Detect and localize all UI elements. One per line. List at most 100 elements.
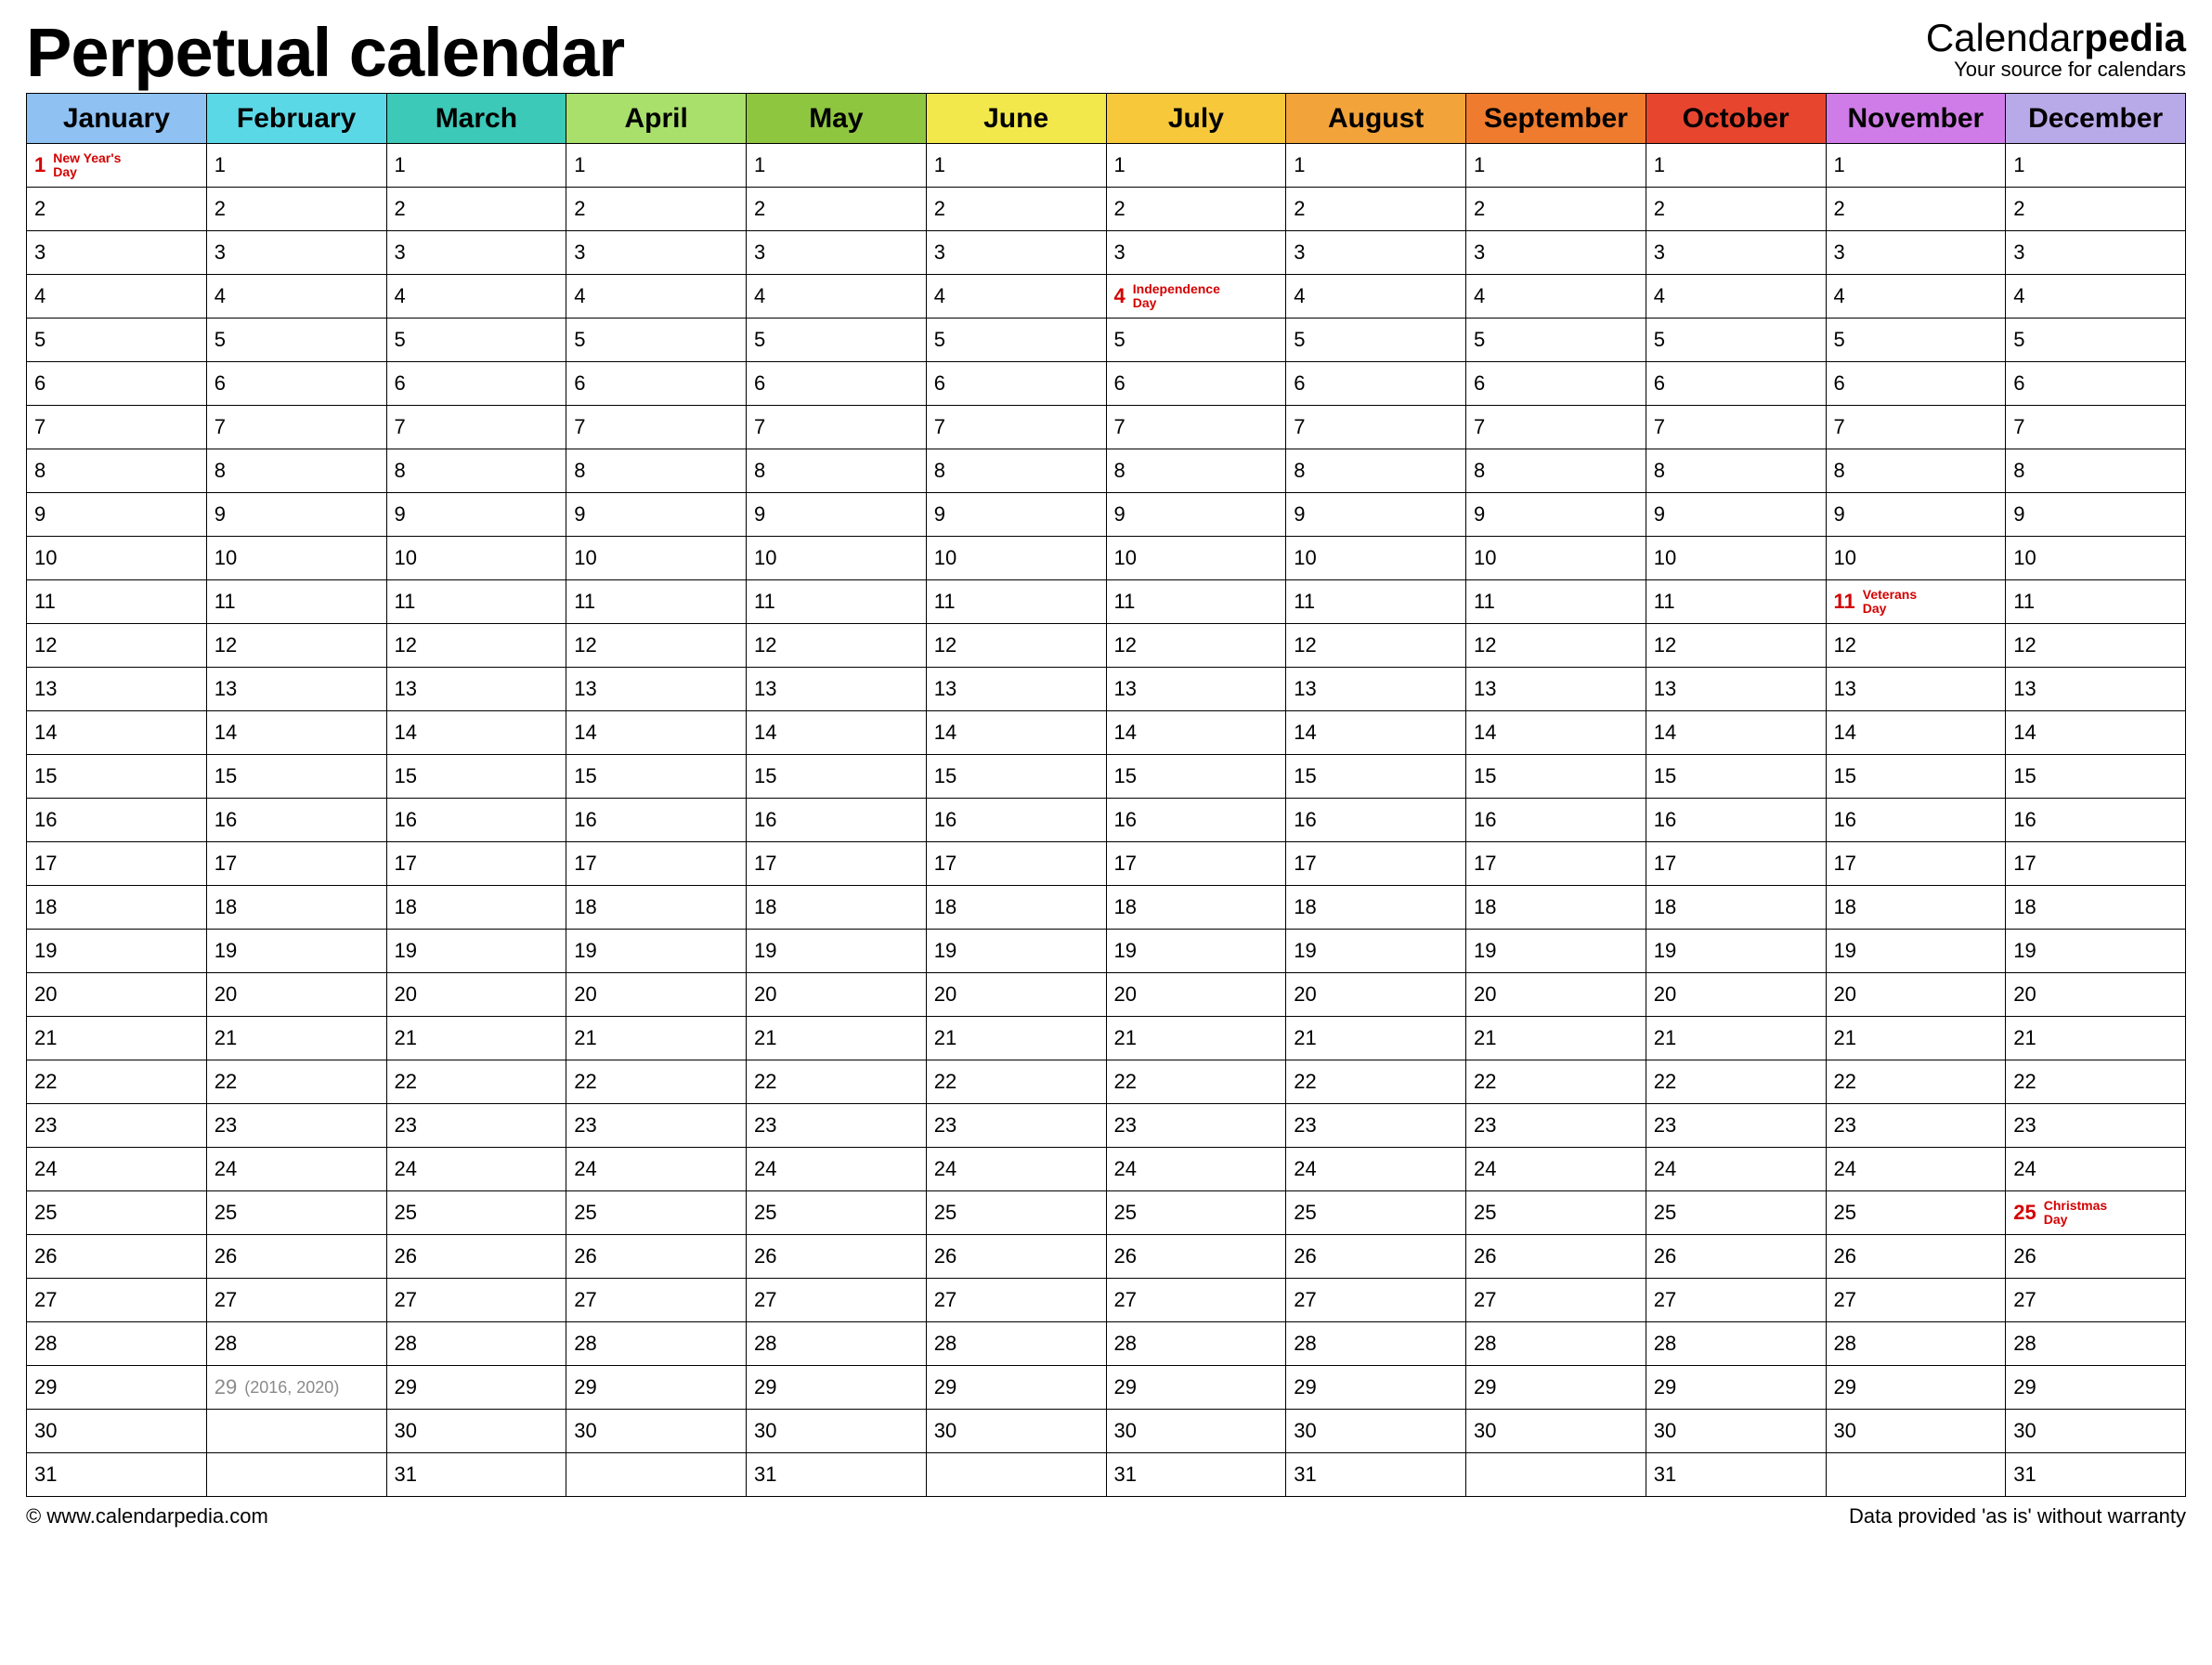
day-number: 15 bbox=[2013, 764, 2036, 788]
cell-sep-14: 14 bbox=[1466, 711, 1646, 755]
cell-mar-5: 5 bbox=[386, 319, 566, 362]
day-number: 8 bbox=[1294, 459, 1305, 483]
day-number: 17 bbox=[1294, 852, 1316, 876]
day-number: 12 bbox=[1474, 633, 1496, 657]
day-number: 15 bbox=[574, 764, 596, 788]
day-number: 23 bbox=[934, 1113, 956, 1138]
cell-sep-23: 23 bbox=[1466, 1104, 1646, 1148]
cell-jul-2: 2 bbox=[1106, 188, 1286, 231]
cell-aug-20: 20 bbox=[1286, 973, 1466, 1017]
day-number: 23 bbox=[215, 1113, 237, 1138]
day-number: 2 bbox=[215, 197, 226, 221]
day-number: 3 bbox=[1114, 241, 1126, 265]
day-number: 25 bbox=[1474, 1201, 1496, 1225]
cell-mar-28: 28 bbox=[386, 1322, 566, 1366]
cell-aug-25: 25 bbox=[1286, 1191, 1466, 1235]
day-number: 10 bbox=[934, 546, 956, 570]
day-number: 29 bbox=[1834, 1375, 1856, 1399]
day-number: 28 bbox=[2013, 1332, 2036, 1356]
day-number: 24 bbox=[574, 1157, 596, 1181]
day-number: 4 bbox=[934, 284, 945, 308]
cell-jun-1: 1 bbox=[926, 144, 1106, 188]
day-number: 14 bbox=[1114, 721, 1137, 745]
day-number: 1 bbox=[934, 153, 945, 177]
day-number: 21 bbox=[1294, 1026, 1316, 1050]
cell-dec-14: 14 bbox=[2006, 711, 2186, 755]
cell-jul-18: 18 bbox=[1106, 886, 1286, 930]
day-number: 16 bbox=[395, 808, 417, 832]
day-number: 6 bbox=[2013, 371, 2024, 396]
cell-aug-4: 4 bbox=[1286, 275, 1466, 319]
day-number: 12 bbox=[754, 633, 776, 657]
day-number: 24 bbox=[1834, 1157, 1856, 1181]
cell-may-13: 13 bbox=[747, 668, 927, 711]
day-number: 9 bbox=[1474, 502, 1485, 527]
day-number: 3 bbox=[1654, 241, 1665, 265]
day-number: 20 bbox=[34, 982, 57, 1007]
cell-sep-8: 8 bbox=[1466, 449, 1646, 493]
day-row-3: 333333333333 bbox=[27, 231, 2186, 275]
cell-mar-8: 8 bbox=[386, 449, 566, 493]
day-number: 6 bbox=[34, 371, 46, 396]
day-number: 3 bbox=[2013, 241, 2024, 265]
cell-sep-10: 10 bbox=[1466, 537, 1646, 580]
day-number: 28 bbox=[395, 1332, 417, 1356]
cell-jun-23: 23 bbox=[926, 1104, 1106, 1148]
day-number: 26 bbox=[754, 1244, 776, 1268]
cell-dec-11: 11 bbox=[2006, 580, 2186, 624]
day-number: 10 bbox=[1834, 546, 1856, 570]
cell-nov-19: 19 bbox=[1826, 930, 2006, 973]
day-number: 29 bbox=[934, 1375, 956, 1399]
day-number: 15 bbox=[934, 764, 956, 788]
month-header-mar: March bbox=[386, 94, 566, 144]
cell-nov-28: 28 bbox=[1826, 1322, 2006, 1366]
day-number: 20 bbox=[574, 982, 596, 1007]
cell-feb-16: 16 bbox=[206, 799, 386, 842]
day-row-13: 131313131313131313131313 bbox=[27, 668, 2186, 711]
day-number: 22 bbox=[934, 1070, 956, 1094]
cell-jun-8: 8 bbox=[926, 449, 1106, 493]
cell-jul-11: 11 bbox=[1106, 580, 1286, 624]
day-row-30: 3030303030303030303030 bbox=[27, 1410, 2186, 1453]
day-number: 18 bbox=[215, 895, 237, 919]
cell-jun-24: 24 bbox=[926, 1148, 1106, 1191]
cell-jul-20: 20 bbox=[1106, 973, 1286, 1017]
cell-mar-17: 17 bbox=[386, 842, 566, 886]
cell-sep-11: 11 bbox=[1466, 580, 1646, 624]
day-number: 6 bbox=[1294, 371, 1305, 396]
cell-jun-13: 13 bbox=[926, 668, 1106, 711]
cell-apr-26: 26 bbox=[566, 1235, 747, 1279]
day-number: 4 bbox=[1654, 284, 1665, 308]
day-number: 10 bbox=[395, 546, 417, 570]
holiday-label: ChristmasDay bbox=[2044, 1199, 2107, 1226]
cell-oct-11: 11 bbox=[1646, 580, 1826, 624]
cell-feb-31 bbox=[206, 1453, 386, 1497]
day-number: 30 bbox=[34, 1419, 57, 1443]
day-number: 15 bbox=[754, 764, 776, 788]
day-number: 19 bbox=[1654, 939, 1676, 963]
day-number: 13 bbox=[1834, 677, 1856, 701]
day-number: 31 bbox=[34, 1463, 57, 1487]
cell-nov-29: 29 bbox=[1826, 1366, 2006, 1410]
day-number: 29 bbox=[1474, 1375, 1496, 1399]
cell-jul-26: 26 bbox=[1106, 1235, 1286, 1279]
day-row-18: 181818181818181818181818 bbox=[27, 886, 2186, 930]
cell-may-22: 22 bbox=[747, 1060, 927, 1104]
cell-apr-7: 7 bbox=[566, 406, 747, 449]
day-number: 22 bbox=[215, 1070, 237, 1094]
day-number: 26 bbox=[1654, 1244, 1676, 1268]
day-number: 30 bbox=[1654, 1419, 1676, 1443]
cell-jan-7: 7 bbox=[27, 406, 207, 449]
day-number: 1 bbox=[1834, 153, 1845, 177]
day-number: 1 bbox=[1114, 153, 1126, 177]
day-number: 27 bbox=[934, 1288, 956, 1312]
cell-jul-3: 3 bbox=[1106, 231, 1286, 275]
day-number: 24 bbox=[1294, 1157, 1316, 1181]
cell-jul-30: 30 bbox=[1106, 1410, 1286, 1453]
cell-apr-31 bbox=[566, 1453, 747, 1497]
cell-may-19: 19 bbox=[747, 930, 927, 973]
day-number: 27 bbox=[1834, 1288, 1856, 1312]
cell-oct-4: 4 bbox=[1646, 275, 1826, 319]
day-row-24: 242424242424242424242424 bbox=[27, 1148, 2186, 1191]
day-row-5: 555555555555 bbox=[27, 319, 2186, 362]
